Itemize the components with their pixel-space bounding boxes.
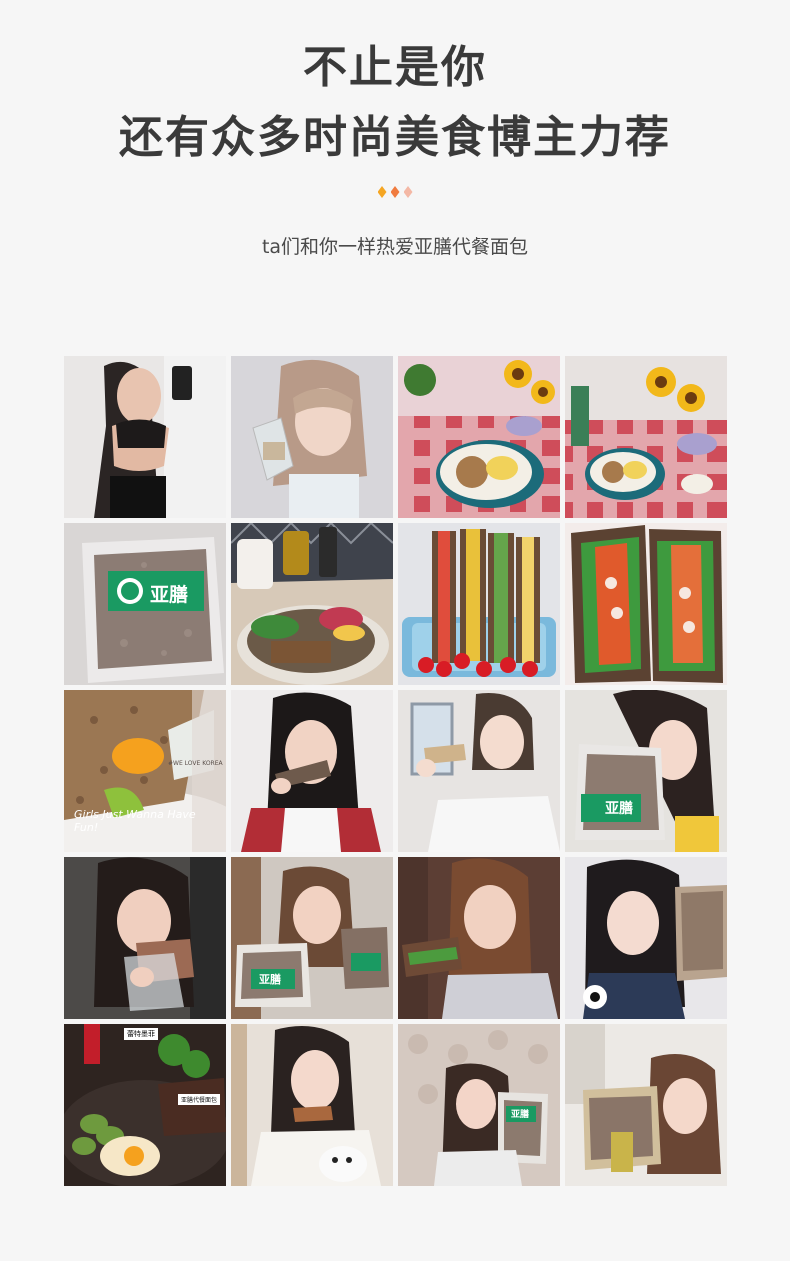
gallery-photo-salad-bowl[interactable] [231,523,393,685]
diamond-icon [403,186,413,198]
plate-caption: Girls Just Wanna Have Fun! [74,808,196,835]
meal-label-1: 蕾特墨菲 [124,1028,158,1040]
gallery-photo-woman-with-loaf[interactable] [565,857,727,1019]
page-subtitle: ta们和你一样热爱亚膳代餐面包 [261,236,529,258]
plate-tag: #WE LOVE KOREA [168,760,223,767]
package-brand-label: 亚膳 [259,973,281,986]
package-brand-label: 亚膳 [150,584,189,606]
gallery-photo-woman-holding-package[interactable]: 亚膳 [398,1024,560,1186]
diamond-icon [377,186,387,198]
gallery-photo-bread-egg-plate[interactable]: Girls Just Wanna Have Fun! #WE LOVE KORE… [64,690,226,852]
gallery-photo-breakfast-table[interactable] [565,356,727,518]
gallery-photo-woman-with-sandwich[interactable] [398,857,560,1019]
package-brand-label: 亚膳 [511,1110,530,1120]
gallery-photo-breakfast-sunflowers[interactable] [398,356,560,518]
gallery-photo-woman-eating-bread[interactable] [231,690,393,852]
gallery-photo-woman-holding-packages[interactable]: 亚膳 [231,857,393,1019]
gallery-photo-sandwich-closeup[interactable] [565,523,727,685]
gallery-photo-meal-plate[interactable]: 蕾特墨菲 亚膳代餐面包 [64,1024,226,1186]
page-title-line-1: 不止是你 [303,42,487,93]
page-title-line-2: 还有众多时尚美食博主力荐 [119,112,671,163]
gallery-photo-woman-with-bread-stack[interactable] [565,1024,727,1186]
gallery-photo-woman-with-package[interactable]: 亚膳 [565,690,727,852]
diamond-divider [0,186,790,198]
diamond-icon [390,186,400,198]
gallery-photo-sandwich-tray[interactable] [398,523,560,685]
gallery-photo-woman-holding-sandwich[interactable] [398,690,560,852]
gallery-photo-woman-holding-bread[interactable] [231,356,393,518]
photo-gallery: 亚膳 Girls Just Wanna Have Fun! #WE LOVE K… [64,356,728,1186]
gallery-photo-woman-in-car[interactable] [64,857,226,1019]
gallery-photo-woman-with-dog[interactable] [231,1024,393,1186]
meal-label-2: 亚膳代餐面包 [178,1094,221,1105]
gallery-photo-bread-package[interactable]: 亚膳 [64,523,226,685]
package-brand-label: 亚膳 [605,801,633,817]
gallery-photo-woman-fitness[interactable] [64,356,226,518]
